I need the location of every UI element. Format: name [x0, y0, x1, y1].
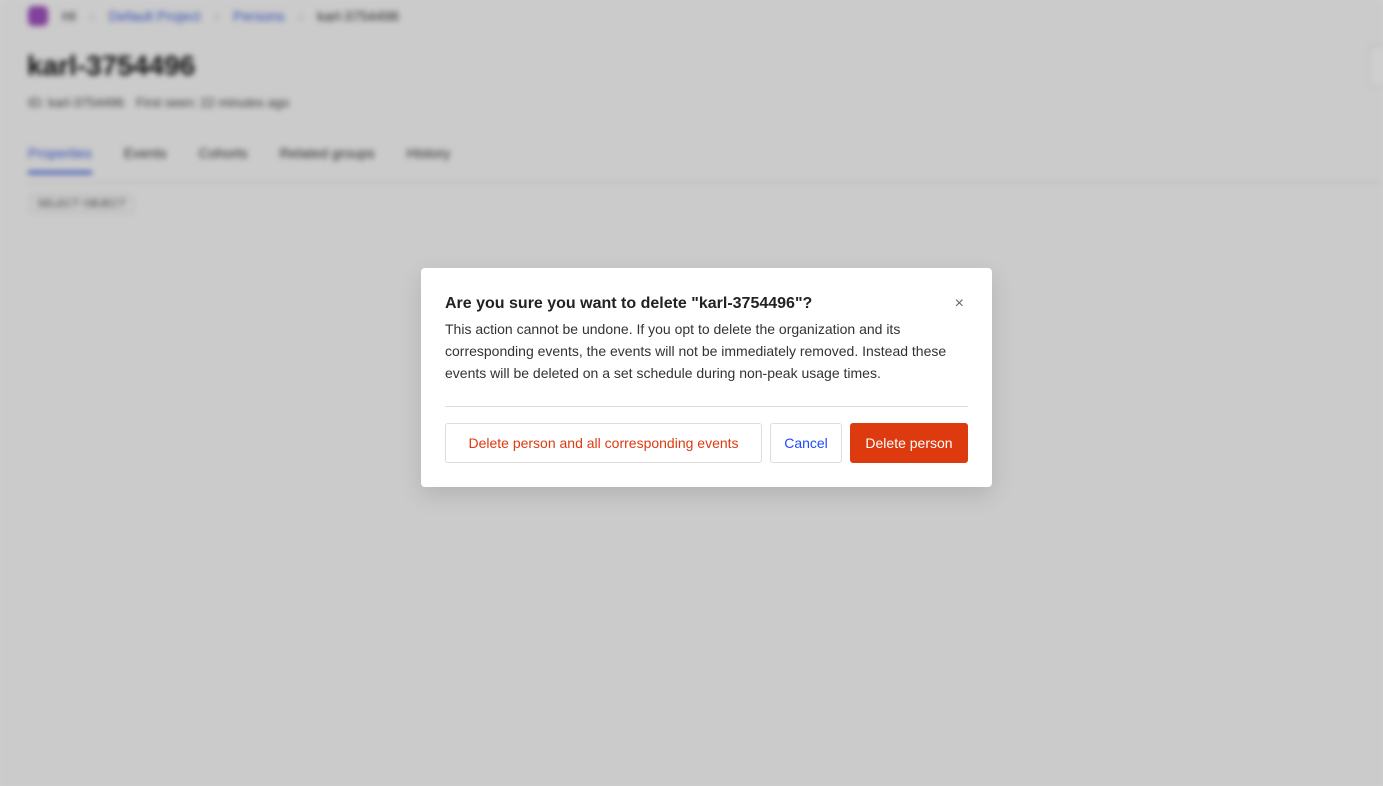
- modal-divider: [445, 406, 968, 407]
- delete-person-modal: Are you sure you want to delete "karl-37…: [421, 268, 992, 487]
- cancel-button[interactable]: Cancel: [770, 423, 842, 463]
- modal-actions: Delete person and all corresponding even…: [445, 423, 968, 463]
- modal-description: This action cannot be undone. If you opt…: [445, 321, 947, 381]
- modal-title: Are you sure you want to delete "karl-37…: [445, 295, 813, 312]
- delete-person-and-events-button[interactable]: Delete person and all corresponding even…: [445, 423, 762, 463]
- close-icon[interactable]: ×: [955, 294, 964, 314]
- delete-person-button[interactable]: Delete person: [850, 423, 968, 463]
